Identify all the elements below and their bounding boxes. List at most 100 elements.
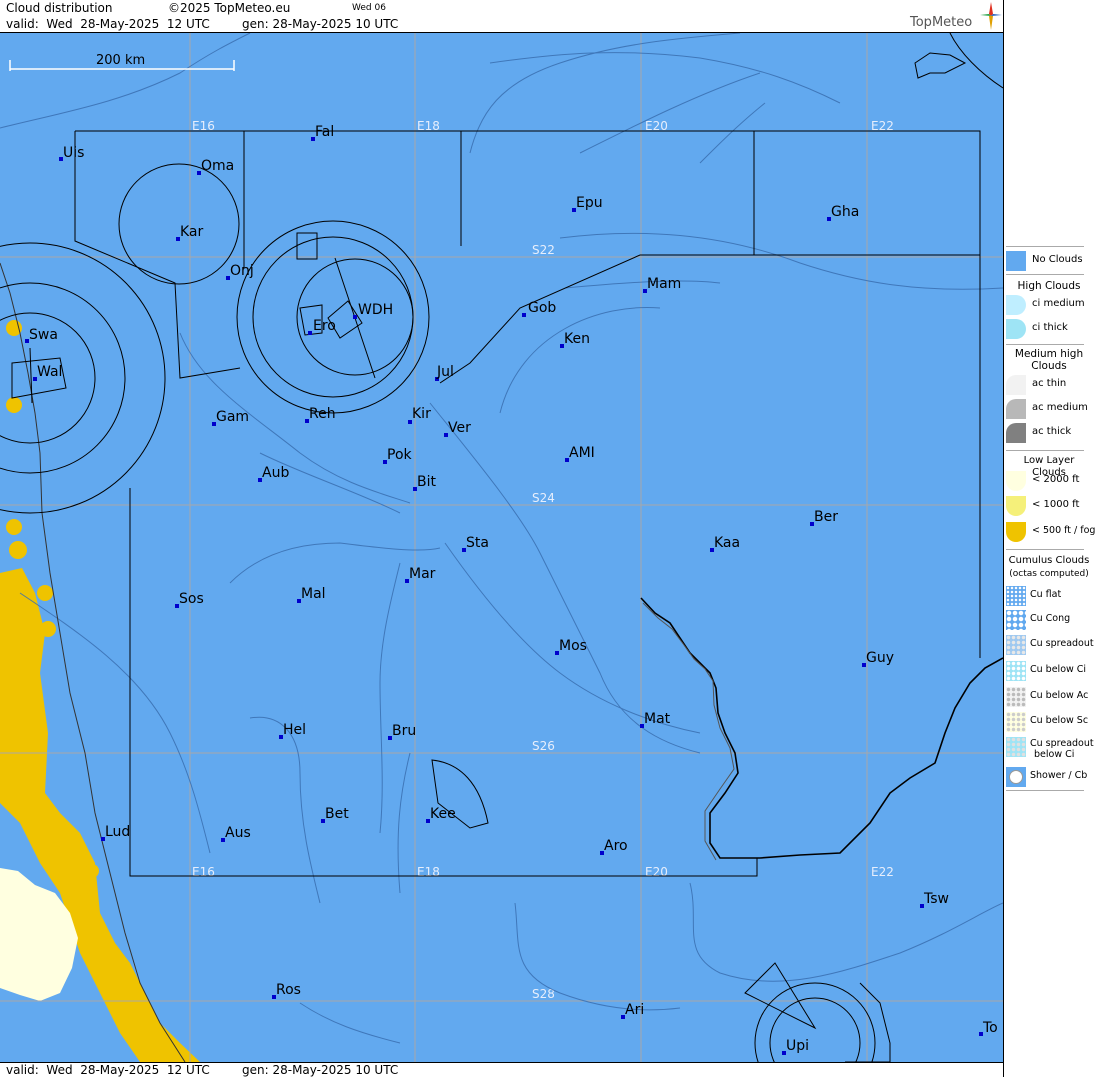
city-tsw[interactable]: Tsw <box>920 891 949 908</box>
city-ros[interactable]: Ros <box>272 982 301 999</box>
svg-text:Kar: Kar <box>180 224 204 240</box>
svg-text:Kaa: Kaa <box>714 535 740 551</box>
svg-text:WDH: WDH <box>358 302 393 318</box>
svg-text:AMI: AMI <box>569 445 595 461</box>
lat-label-s22: S22 <box>532 243 555 257</box>
legend-cu-spreadout: Cu spreadout <box>1006 634 1094 656</box>
legend-cu-cong: Cu Cong <box>1006 609 1094 631</box>
city-mat[interactable]: Mat <box>640 711 671 728</box>
svg-text:Gha: Gha <box>831 204 859 220</box>
city-guy[interactable]: Guy <box>862 650 894 667</box>
footer-generated-time: gen: 28-May-2025 10 UTC <box>242 1063 399 1077</box>
svg-text:Upi: Upi <box>786 1038 809 1054</box>
no-clouds-swatch <box>1006 251 1026 271</box>
svg-text:Mos: Mos <box>559 638 587 654</box>
svg-text:Pok: Pok <box>387 447 413 463</box>
legend-ci-medium: ci medium <box>1006 294 1094 316</box>
cu-spreadout-below-ci-swatch <box>1006 737 1026 757</box>
city-kar[interactable]: Kar <box>176 224 204 241</box>
city-kaa[interactable]: Kaa <box>710 535 740 552</box>
legend-ac-thick: ac thick <box>1006 422 1094 444</box>
svg-text:Kee: Kee <box>430 806 456 822</box>
legend-cu-below-ci: Cu below Ci <box>1006 660 1094 682</box>
cu-flat-swatch <box>1006 586 1026 606</box>
svg-text:Bet: Bet <box>325 806 349 822</box>
svg-text:Bit: Bit <box>417 474 436 490</box>
city-jul[interactable]: Jul <box>435 364 454 381</box>
city-aub[interactable]: Aub <box>258 465 289 482</box>
cu-below-sc-swatch <box>1006 712 1026 732</box>
footer-valid-time: valid: Wed 28-May-2025 12 UTC <box>6 1063 210 1077</box>
city-ami[interactable]: AMI <box>565 445 595 462</box>
city-pok[interactable]: Pok <box>383 447 413 464</box>
city-reh[interactable]: Reh <box>305 406 336 423</box>
city-sos[interactable]: Sos <box>175 591 204 608</box>
svg-text:Mat: Mat <box>644 711 671 727</box>
legend-cumulus-heading: Cumulus Clouds <box>1008 555 1090 566</box>
city-mam[interactable]: Mam <box>643 276 681 293</box>
city-gam[interactable]: Gam <box>212 409 249 426</box>
map-footer: valid: Wed 28-May-2025 12 UTC gen: 28-Ma… <box>0 1062 1003 1078</box>
svg-text:Onj: Onj <box>230 263 254 279</box>
ci-medium-swatch <box>1006 295 1026 315</box>
svg-text:Mam: Mam <box>647 276 681 292</box>
legend-ac-thin: ac thin <box>1006 374 1094 396</box>
city-aus[interactable]: Aus <box>221 825 251 842</box>
city-bru[interactable]: Bru <box>388 723 416 740</box>
city-lud[interactable]: Lud <box>101 824 130 841</box>
city-ari[interactable]: Ari <box>621 1002 644 1019</box>
city-aro[interactable]: Aro <box>600 838 628 855</box>
city-bit[interactable]: Bit <box>413 474 436 491</box>
low-500-swatch <box>1006 522 1026 542</box>
city-oma[interactable]: Oma <box>197 158 234 175</box>
city-mal[interactable]: Mal <box>297 586 326 603</box>
cu-spreadout-swatch <box>1006 635 1026 655</box>
city-epu[interactable]: Epu <box>572 195 603 212</box>
city-ero[interactable]: Ero <box>308 318 336 335</box>
svg-text:To: To <box>982 1020 998 1036</box>
ci-thick-swatch <box>1006 319 1026 339</box>
lon-label-e16-bottom: E16 <box>192 865 215 879</box>
low-2000-swatch <box>1006 471 1026 491</box>
generated-time: gen: 28-May-2025 10 UTC <box>242 17 399 31</box>
cloud-map[interactable]: E16 E18 E20 E22 E16 E18 E20 E22 S22 S24 … <box>0 33 1003 1062</box>
city-uis[interactable]: Uis <box>59 145 84 161</box>
svg-text:Sta: Sta <box>466 535 489 551</box>
city-upi[interactable]: Upi <box>782 1038 809 1055</box>
city-wal[interactable]: Wal <box>33 364 62 381</box>
svg-text:Oma: Oma <box>201 158 234 174</box>
svg-text:Ari: Ari <box>625 1002 644 1018</box>
city-swa[interactable]: Swa <box>25 327 58 343</box>
city-hel[interactable]: Hel <box>279 722 306 739</box>
city-mar[interactable]: Mar <box>405 566 436 583</box>
legend-medium-heading: Medium high Clouds <box>1014 348 1084 372</box>
city-bet[interactable]: Bet <box>321 806 349 823</box>
legend-cumulus-sub: (octas computed) <box>1009 569 1089 579</box>
city-ber[interactable]: Ber <box>810 509 838 526</box>
city-kir[interactable]: Kir <box>408 406 431 424</box>
copyright: ©2025 TopMeteo.eu <box>168 1 291 15</box>
city-sta[interactable]: Sta <box>462 535 489 552</box>
city-wdh[interactable]: WDH <box>353 302 393 319</box>
legend-shower-cb: Shower / Cb <box>1006 766 1094 788</box>
svg-text:Epu: Epu <box>576 195 603 211</box>
compass-logo-icon <box>980 2 1002 30</box>
city-gha[interactable]: Gha <box>827 204 859 221</box>
svg-text:Ros: Ros <box>276 982 301 998</box>
svg-text:Ber: Ber <box>814 509 838 525</box>
legend-ac-medium: ac medium <box>1006 398 1094 420</box>
city-kee[interactable]: Kee <box>426 806 456 823</box>
legend-high-heading: High Clouds <box>1017 280 1081 292</box>
svg-text:Bru: Bru <box>392 723 416 739</box>
svg-text:Gob: Gob <box>528 300 556 316</box>
city-gob[interactable]: Gob <box>522 300 556 317</box>
city-fal[interactable]: Fal <box>311 124 334 141</box>
city-ken[interactable]: Ken <box>560 331 590 348</box>
city-mos[interactable]: Mos <box>555 638 587 655</box>
svg-text:Mar: Mar <box>409 566 436 582</box>
brand-logo-text: TopMeteo <box>910 15 973 30</box>
city-ver[interactable]: Ver <box>444 420 471 437</box>
svg-text:Wal: Wal <box>37 364 62 380</box>
city-onj[interactable]: Onj <box>226 263 254 280</box>
lon-label-e20-bottom: E20 <box>645 865 668 879</box>
